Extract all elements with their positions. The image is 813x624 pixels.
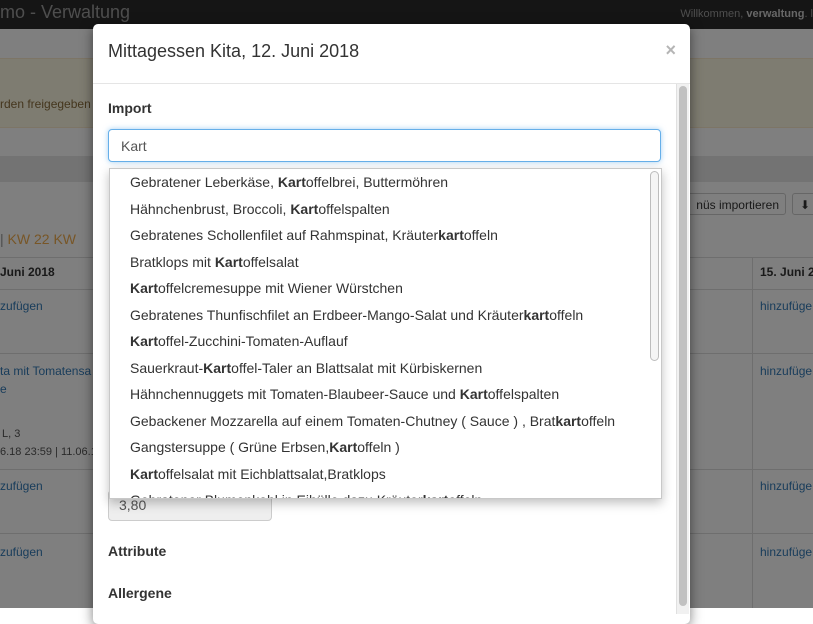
- autocomplete-option[interactable]: Kartoffelsalat mit Eichblattsalat,Bratkl…: [110, 461, 650, 488]
- match-highlight: Kart: [203, 359, 232, 376]
- autocomplete-dropdown: Gebratener Leberkäse, Kartoffelbrei, But…: [109, 168, 662, 499]
- match-highlight: Kart: [130, 280, 159, 296]
- autocomplete-option[interactable]: Gebratenes Thunfischfilet an Erdbeer-Man…: [110, 302, 650, 329]
- import-search-input[interactable]: [108, 129, 661, 162]
- autocomplete-option[interactable]: Kartoffel-Zucchini-Tomaten-Auflauf: [110, 328, 650, 355]
- autocomplete-option[interactable]: Kartoffelcremesuppe mit Wiener Würstchen: [110, 275, 650, 302]
- autocomplete-option[interactable]: Gebackener Mozzarella auf einem Tomaten-…: [110, 408, 650, 435]
- autocomplete-option[interactable]: Gangstersuppe ( Grüne Erbsen,Kartoffeln …: [110, 434, 650, 461]
- match-highlight: Kart: [459, 386, 488, 402]
- match-highlight: Kart: [277, 174, 306, 190]
- match-highlight: Kart: [290, 200, 319, 217]
- autocomplete-option[interactable]: Bratklops mit Kartoffelsalat: [110, 249, 650, 276]
- modal-scrollbar[interactable]: [676, 84, 689, 614]
- match-highlight: kart: [423, 492, 449, 498]
- import-label: Import: [108, 100, 152, 116]
- autocomplete-option[interactable]: Gebratenes Schollenfilet auf Rahmspinat,…: [110, 222, 650, 249]
- match-highlight: Kart: [329, 439, 358, 455]
- match-highlight: kart: [555, 412, 582, 429]
- modal-scrollbar-thumb[interactable]: [679, 86, 687, 606]
- modal-header: Mittagessen Kita, 12. Juni 2018 ×: [93, 24, 690, 84]
- match-highlight: kart: [438, 227, 464, 243]
- autocomplete-option[interactable]: Hähnchenbrust, Broccoli, Kartoffelspalte…: [110, 196, 650, 223]
- match-highlight: Kart: [130, 465, 159, 482]
- match-highlight: Kart: [130, 333, 159, 349]
- match-highlight: kart: [523, 306, 550, 323]
- autocomplete-option[interactable]: Hähnchennuggets mit Tomaten-Blaubeer-Sau…: [110, 381, 650, 408]
- dropdown-scrollbar[interactable]: [649, 171, 659, 496]
- modal-title: Mittagessen Kita, 12. Juni 2018: [108, 41, 360, 61]
- autocomplete-option[interactable]: Gebratener Blumenkohl in Eihülle dazu Kr…: [110, 487, 650, 498]
- autocomplete-list: Gebratener Leberkäse, Kartoffelbrei, But…: [110, 169, 650, 498]
- close-icon[interactable]: ×: [665, 40, 676, 61]
- dropdown-scrollbar-thumb[interactable]: [650, 171, 659, 361]
- attribute-label: Attribute: [108, 543, 167, 559]
- autocomplete-option[interactable]: Sauerkraut-Kartoffel-Taler an Blattsalat…: [110, 355, 650, 382]
- allergene-label: Allergene: [108, 585, 172, 601]
- match-highlight: Kart: [214, 253, 243, 270]
- autocomplete-option[interactable]: Gebratener Leberkäse, Kartoffelbrei, But…: [110, 169, 650, 196]
